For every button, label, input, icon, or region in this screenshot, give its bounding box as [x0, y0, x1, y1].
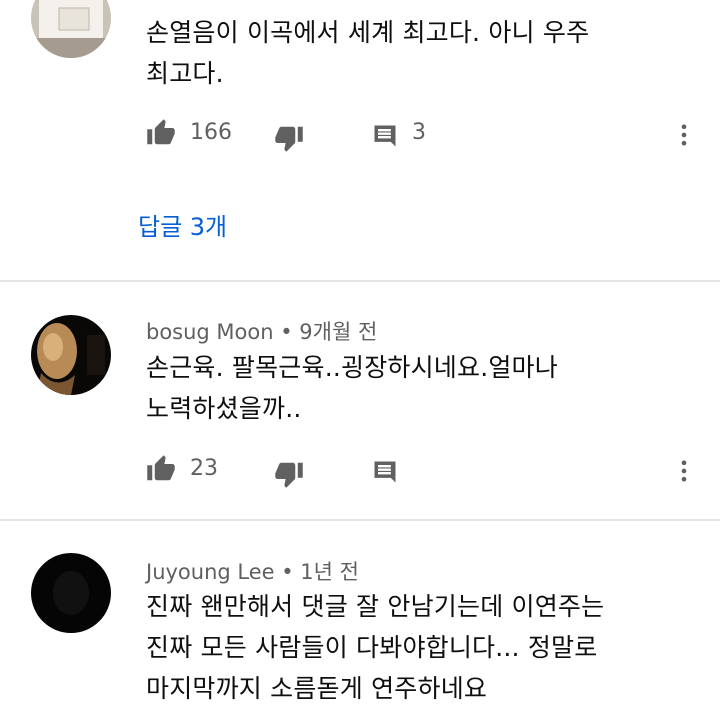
avatar[interactable] [31, 553, 111, 633]
comment-text-line: 노력하셨을까.. [146, 394, 302, 423]
comment-text: 진짜 왠만해서 댓글 잘 안남기는데 이연주는 진짜 모든 사람들이 다봐야합니… [146, 586, 691, 709]
comment-icon[interactable] [370, 458, 400, 486]
like-count: 166 [190, 120, 232, 145]
comment-actions: 23 [0, 451, 720, 491]
avatar[interactable] [31, 315, 111, 395]
comment-meta: bosug Moon • 9개월 전 [146, 320, 378, 344]
comment-text: 손열음이 이곡에서 세계 최고다. 아니 우주 최고다. [146, 12, 691, 94]
comment-text: 손근육. 팔목근육..굉장하시네요.얼마나 노력하셨을까.. [146, 347, 691, 429]
comment-meta: Juyoung Lee • 1년 전 [146, 560, 359, 584]
comment-text-line: 손근육. 팔목근육..굉장하시네요.얼마나 [146, 353, 558, 382]
more-vert-icon[interactable] [670, 121, 698, 149]
comment-1: 손열음이 이곡에서 세계 최고다. 아니 우주 최고다. 166 3 답글 3개 [0, 0, 720, 280]
comment-text-line: 마지막까지 소름돋게 연주하네요 [146, 674, 488, 703]
avatar-image [31, 315, 111, 395]
thumbs-up-icon[interactable] [145, 454, 177, 484]
thumbs-down-icon[interactable] [273, 459, 305, 489]
thumbs-down-icon[interactable] [273, 123, 305, 153]
comment-text-line: 진짜 왠만해서 댓글 잘 안남기는데 이연주는 [146, 592, 605, 621]
more-vert-icon[interactable] [670, 457, 698, 485]
like-count: 23 [190, 456, 218, 481]
comment-icon[interactable] [370, 122, 400, 150]
comment-text-line: 손열음이 이곡에서 세계 최고다. 아니 우주 [146, 18, 590, 47]
avatar-image [31, 553, 111, 633]
comment-3: Juyoung Lee • 1년 전 진짜 왠만해서 댓글 잘 안남기는데 이연… [0, 521, 720, 717]
comment-actions: 166 3 [0, 115, 720, 155]
comment-text-line: 진짜 모든 사람들이 다봐야합니다... 정말로 [146, 633, 598, 662]
view-replies-link[interactable]: 답글 3개 [138, 207, 227, 242]
reply-count: 3 [412, 120, 426, 145]
comment-text-line: 최고다. [146, 59, 224, 88]
comment-2: bosug Moon • 9개월 전 손근육. 팔목근육..굉장하시네요.얼마나… [0, 282, 720, 519]
avatar[interactable] [31, 0, 111, 58]
avatar-image [31, 0, 111, 58]
thumbs-up-icon[interactable] [145, 118, 177, 148]
